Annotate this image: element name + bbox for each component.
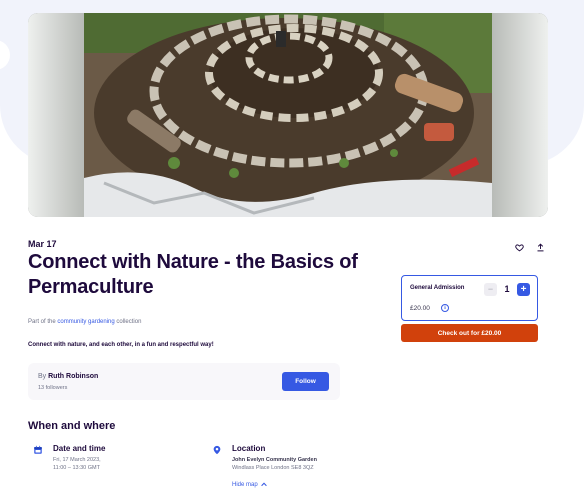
- organizer-followers: 13 followers: [38, 385, 68, 391]
- event-date-short: Mar 17: [28, 239, 57, 249]
- location-title: Location: [232, 444, 266, 453]
- event-title: Connect with Nature - the Basics of Perm…: [28, 251, 358, 298]
- ticket-price: £20.00: [410, 305, 430, 312]
- venue-name: John Evelyn Community Garden: [232, 457, 317, 463]
- location-pin-icon: [213, 445, 221, 455]
- like-button[interactable]: [512, 240, 526, 254]
- quantity-increase-button[interactable]: +: [517, 283, 530, 296]
- share-button[interactable]: [533, 240, 547, 254]
- date-line: Fri, 17 March 2023,: [53, 457, 101, 463]
- when-where-heading: When and where: [28, 420, 116, 432]
- garden-spiral-photo: [84, 13, 492, 217]
- quantity-value: 1: [504, 284, 510, 294]
- event-hero-image: [28, 13, 548, 217]
- checkout-button[interactable]: Check out for £20.00: [401, 324, 538, 342]
- hide-map-link[interactable]: Hide map: [232, 482, 268, 488]
- event-summary: Connect with nature, and each other, in …: [28, 342, 214, 348]
- ticket-selector: General Admission − 1 + £20.00 i: [401, 275, 538, 321]
- organizer-name[interactable]: Ruth Robinson: [48, 373, 98, 380]
- heart-icon: [514, 243, 524, 251]
- collection-link[interactable]: community gardening: [57, 319, 114, 325]
- ticket-name: General Admission: [410, 285, 465, 291]
- venue-address: Windlass Place London SE8 3QZ: [232, 465, 314, 471]
- organizer-card: By Ruth Robinson 13 followers Follow: [28, 363, 340, 400]
- time-line: 11:00 – 13:30 GMT: [53, 465, 100, 471]
- follow-button[interactable]: Follow: [282, 372, 329, 391]
- info-icon[interactable]: i: [441, 304, 449, 312]
- date-time-title: Date and time: [53, 444, 106, 453]
- calendar-icon: [34, 445, 42, 454]
- quantity-decrease-button[interactable]: −: [484, 283, 497, 296]
- share-icon: [537, 242, 543, 251]
- collection-note: Part of the community gardening collecti…: [28, 319, 142, 325]
- organizer-byline: By Ruth Robinson: [38, 373, 99, 380]
- chevron-up-icon: [261, 482, 268, 487]
